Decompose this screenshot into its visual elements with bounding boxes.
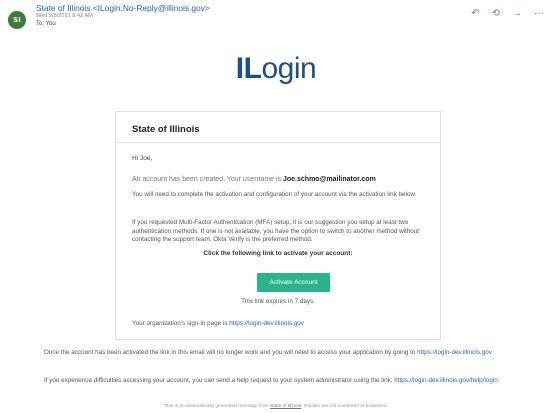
- ilogin-logo: ILogin: [0, 52, 552, 86]
- signin-link[interactable]: https://login-dev.illinois.gov: [229, 320, 304, 327]
- sent-date: Wed 9/8/2021 8:42 AM: [36, 13, 93, 19]
- complete-instructions: You will need to complete the activation…: [132, 191, 417, 198]
- auto-org: State of Illinois: [270, 404, 302, 409]
- greeting: Hi Joe,: [132, 155, 153, 162]
- reply-all-icon[interactable]: ⟲: [492, 8, 500, 20]
- card-header: State of Illinois: [116, 112, 440, 143]
- footer-para1-link[interactable]: https://login-dev.illinois.gov: [417, 349, 492, 356]
- auto-suffix: . Replies are not monitored or answered.: [301, 404, 388, 409]
- logo-rest: ogin: [261, 52, 317, 85]
- card-title: State of Illinois: [132, 124, 200, 135]
- footer-activation-note: Once the account has been activated the …: [44, 349, 534, 357]
- signin-prefix: Your organization's sign-in page is: [132, 320, 230, 327]
- mfa-text: If you requested Multi-Factor Authentica…: [132, 219, 420, 244]
- email-card: State of Illinois Hi Joe, An account has…: [115, 111, 441, 340]
- signin-page-text: Your organization's sign-in page is http…: [132, 320, 424, 329]
- footer-help-note: If you experience difficulties accessing…: [44, 377, 534, 385]
- recipient-line: To: You: [36, 21, 56, 27]
- sender-name[interactable]: State of Illinois <ILogin.No-Reply@illin…: [36, 3, 210, 13]
- username: Joe.schmo@mailinator.com: [283, 176, 376, 183]
- link-expiry: This link expires in 7 days.: [241, 298, 315, 305]
- footer-para1-text: Once the account has been activated the …: [44, 349, 418, 356]
- more-icon[interactable]: ···: [534, 8, 544, 20]
- footer-para2-text: If you experience difficulties accessing…: [44, 377, 395, 384]
- auto-generated-notice: This is an automatically generated messa…: [0, 404, 552, 409]
- account-created-text: An account has been created. Your userna…: [132, 176, 424, 185]
- message-actions: ↶ ⟲ → ···: [471, 8, 544, 20]
- auto-prefix: This is an automatically generated messa…: [164, 404, 270, 409]
- sender-avatar: SI: [8, 11, 26, 29]
- activate-account-button[interactable]: Activate Account: [257, 273, 330, 292]
- logo-first: IL: [235, 52, 262, 85]
- activate-label: Click the following link to activate you…: [203, 250, 353, 257]
- created-prefix: An account has been created. Your userna…: [132, 176, 283, 183]
- forward-icon[interactable]: →: [512, 8, 522, 20]
- footer-help-link[interactable]: https://login-dev.illinois.gov/help/logi…: [394, 377, 498, 384]
- reply-icon[interactable]: ↶: [471, 8, 479, 20]
